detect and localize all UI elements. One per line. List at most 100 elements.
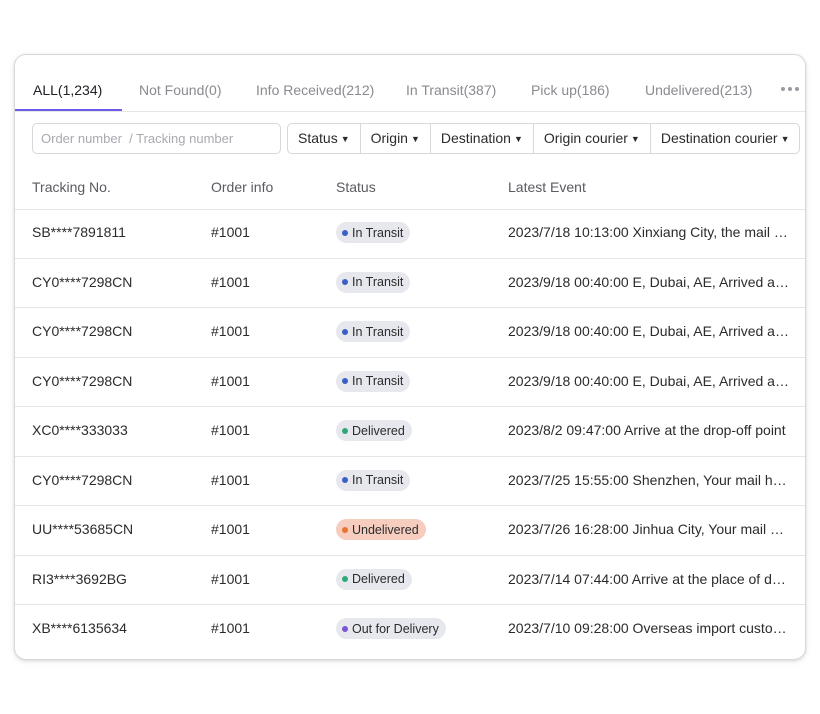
latest-event: 2023/9/18 00:40:00 E, Dubai, AE, Arrived… (508, 273, 789, 290)
status-badge: Out for Delivery (336, 618, 446, 639)
status-badge: In Transit (336, 222, 411, 243)
order-info[interactable]: #1001 (211, 506, 250, 552)
filter-label: Destination (440, 130, 511, 146)
tab-undelivered[interactable]: Undelivered(213) (645, 55, 752, 111)
tab-pick-up[interactable]: Pick up(186) (531, 55, 610, 111)
status-label: Delivered (352, 572, 405, 586)
tracking-number[interactable]: CY0****7298CN (32, 358, 132, 404)
table-row[interactable]: CY0****7298CN #1001 In Transit 2023/9/18 00… (15, 259, 805, 308)
table-row[interactable]: CY0****7298CN #1001 In Transit 2023/9/18 00… (15, 308, 805, 358)
tab-not-found[interactable]: Not Found(0) (139, 55, 221, 111)
caret-down-icon: ▼ (513, 134, 523, 144)
status-cell: In Transit (336, 469, 411, 491)
tracking-number[interactable]: XC0****333033 (32, 407, 128, 453)
order-info[interactable]: #1001 (211, 407, 250, 453)
status-badge: Undelivered (336, 519, 426, 540)
status-dot-icon (342, 526, 348, 533)
tab-in-transit[interactable]: In Transit(387) (406, 55, 496, 111)
status-label: Undelivered (352, 522, 419, 537)
filter-label: Status (298, 130, 338, 146)
origin-filter-dropdown[interactable]: Origin ▼ (361, 124, 431, 153)
table-header: Tracking No. Order info Status Latest Ev… (15, 165, 805, 210)
status-cell: Delivered (336, 420, 412, 441)
status-cell: In Transit (336, 370, 411, 392)
filter-label: Origin (370, 130, 408, 146)
status-dot-icon (342, 625, 348, 632)
column-header-tracking: Tracking No. (32, 179, 111, 195)
status-dot-icon (342, 427, 348, 434)
tab-info-received[interactable]: Info Received(212) (256, 55, 374, 111)
caret-down-icon: ▼ (780, 134, 790, 144)
order-info[interactable]: #1001 (211, 556, 250, 602)
status-tabs: ALL(1,234) Not Found(0) Info Received(21… (15, 55, 805, 112)
status-badge: Delivered (336, 420, 412, 441)
status-filter-dropdown[interactable]: Status ▼ (288, 124, 361, 153)
origin-courier-filter-dropdown[interactable]: Origin courier ▼ (534, 124, 651, 153)
status-badge: Delivered (336, 568, 412, 590)
table-row[interactable]: XC0****333033 #1001 Delivered 2023/8/2 09:4… (15, 407, 805, 457)
latest-event: 2023/7/18 10:13:00 Xinxiang City, the ma… (508, 224, 789, 240)
status-label: In Transit (352, 473, 404, 487)
table-row[interactable]: XB****6135634 #1001 Out for Delivery 2023/7… (15, 605, 805, 654)
status-dot-icon (342, 378, 348, 384)
search-input[interactable] (32, 123, 281, 154)
more-icon[interactable] (781, 87, 799, 91)
tracking-number[interactable]: RI3****3692BG (32, 556, 127, 602)
status-cell: Undelivered (336, 519, 426, 540)
latest-event: 2023/7/25 15:55:00 Shenzhen, Your mail h… (508, 471, 789, 488)
status-cell: Out for Delivery (336, 618, 446, 639)
tracking-number[interactable]: SB****7891811 (32, 209, 126, 255)
filter-label: Destination courier (660, 130, 778, 146)
latest-event: 2023/7/26 16:28:00 Jinhua City, Your mai… (508, 521, 789, 537)
destination-courier-filter-dropdown[interactable]: Destination courier ▼ (651, 124, 800, 153)
status-label: Delivered (352, 423, 405, 438)
destination-filter-dropdown[interactable]: Destination ▼ (431, 124, 534, 153)
table-row[interactable]: CY0****7298CN #1001 In Transit 2023/9/18 00… (15, 358, 805, 407)
caret-down-icon: ▼ (630, 134, 640, 144)
status-dot-icon (342, 328, 348, 335)
order-info[interactable]: #1001 (211, 209, 250, 255)
active-tab-indicator (15, 109, 122, 111)
caret-down-icon: ▼ (410, 134, 420, 144)
status-cell: In Transit (336, 271, 411, 293)
latest-event: 2023/7/14 07:44:00 Arrive at the place o… (508, 570, 789, 587)
column-header-order-info: Order info (211, 179, 274, 195)
status-cell: In Transit (336, 222, 411, 243)
tracking-number[interactable]: CY0****7298CN (32, 259, 132, 305)
table-row[interactable]: UU****53685CN #1001 Undelivered 2023/7/26 1… (15, 506, 805, 556)
table-row[interactable]: CY0****7298CN #1001 In Transit 2023/7/25 15… (15, 457, 805, 506)
status-badge: In Transit (336, 321, 411, 342)
tracking-number[interactable]: XB****6135634 (32, 605, 127, 651)
table-row[interactable]: RI3****3692BG #1001 Delivered 2023/7/14 07:… (15, 556, 805, 605)
order-info[interactable]: #1001 (211, 259, 250, 305)
status-label: In Transit (352, 324, 404, 339)
filter-bar: Status ▼ Origin ▼ Destination ▼ Origin cour… (287, 123, 801, 154)
latest-event: 2023/9/18 00:40:00 E, Dubai, AE, Arrived… (508, 323, 789, 339)
shipments-card: ALL(1,234) Not Found(0) Info Received(21… (14, 54, 806, 660)
column-header-status: Status (336, 179, 376, 195)
tracking-number[interactable]: CY0****7298CN (32, 308, 132, 354)
status-label: In Transit (352, 275, 404, 289)
status-dot-icon (342, 477, 348, 483)
status-dot-icon (342, 279, 348, 285)
order-info[interactable]: #1001 (211, 457, 250, 503)
order-info[interactable]: #1001 (211, 605, 250, 651)
status-badge: In Transit (336, 271, 411, 293)
table-row[interactable]: SB****7891811 #1001 In Transit 2023/7/18 10… (15, 209, 805, 259)
order-info[interactable]: #1001 (211, 358, 250, 404)
status-cell: In Transit (336, 321, 411, 342)
table-body: SB****7891811 #1001 In Transit 2023/7/18 10… (15, 209, 805, 654)
tracking-number[interactable]: UU****53685CN (32, 506, 133, 552)
tab-all[interactable]: ALL(1,234) (33, 55, 102, 111)
order-info[interactable]: #1001 (211, 308, 250, 354)
filter-label: Origin courier (543, 130, 628, 146)
status-cell: Delivered (336, 568, 412, 590)
status-dot-icon (342, 576, 348, 582)
latest-event: 2023/9/18 00:40:00 E, Dubai, AE, Arrived… (508, 372, 789, 389)
latest-event: 2023/7/10 09:28:00 Overseas import custo… (508, 620, 789, 636)
status-label: In Transit (352, 225, 404, 240)
latest-event: 2023/8/2 09:47:00 Arrive at the drop-off… (508, 422, 786, 438)
tracking-number[interactable]: CY0****7298CN (32, 457, 132, 503)
status-label: Out for Delivery (352, 621, 439, 636)
column-header-latest-event: Latest Event (508, 179, 586, 195)
